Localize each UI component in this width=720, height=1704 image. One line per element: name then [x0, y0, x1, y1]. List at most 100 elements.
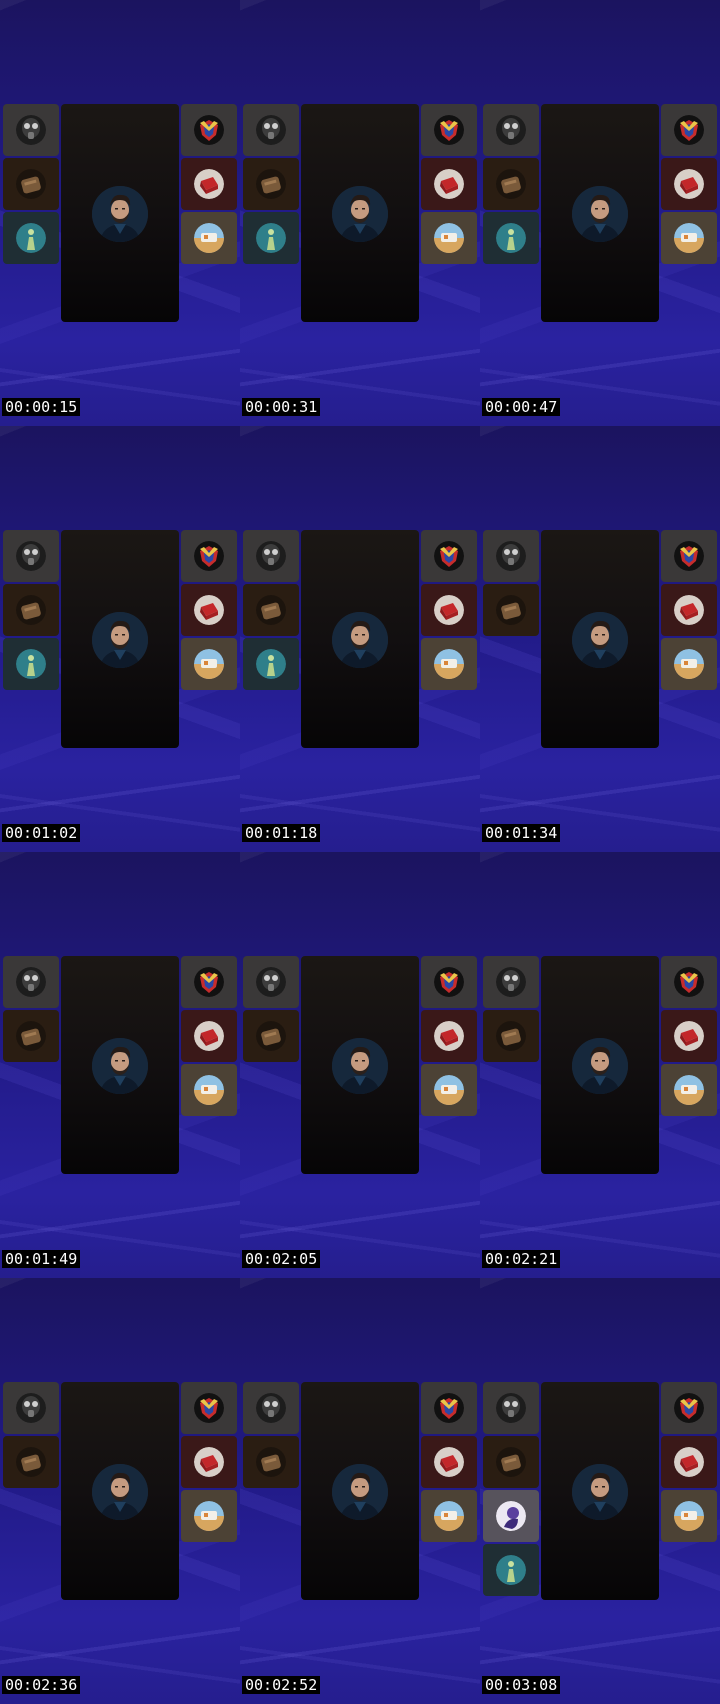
right-participant-tile[interactable]: [421, 1382, 477, 1434]
left-participant-tile[interactable]: [483, 1382, 539, 1434]
participant-avatar: [92, 186, 148, 242]
right-participant-tile[interactable]: [421, 1064, 477, 1116]
participant-avatar: [332, 186, 388, 242]
main-participant-tile[interactable]: [541, 530, 659, 748]
main-participant-tile[interactable]: [541, 956, 659, 1174]
right-participant-tile[interactable]: [421, 584, 477, 636]
right-participant-tile[interactable]: [661, 584, 717, 636]
right-participant-tile[interactable]: [421, 1436, 477, 1488]
right-participant-tile[interactable]: [661, 104, 717, 156]
main-participant-tile[interactable]: [61, 104, 179, 322]
right-participant-tile[interactable]: [421, 530, 477, 582]
right-participant-tile[interactable]: [181, 212, 237, 264]
left-participant-tile[interactable]: [3, 956, 59, 1008]
right-participant-tile[interactable]: [181, 1490, 237, 1542]
right-participant-tile[interactable]: [661, 638, 717, 690]
left-participant-tile[interactable]: [483, 584, 539, 636]
main-participant-tile[interactable]: [61, 1382, 179, 1600]
right-participant-tile[interactable]: [661, 1490, 717, 1542]
left-participant-tile[interactable]: [3, 1382, 59, 1434]
main-participant-tile[interactable]: [61, 530, 179, 748]
main-participant-tile[interactable]: [301, 530, 419, 748]
left-participant-tile[interactable]: [243, 1436, 299, 1488]
main-participant-tile[interactable]: [541, 1382, 659, 1600]
red-cube-avatar-icon: [674, 169, 704, 199]
right-participant-tile[interactable]: [661, 1382, 717, 1434]
video-frame-4: 00:01:02: [0, 426, 240, 852]
left-participant-tile[interactable]: [483, 1010, 539, 1062]
right-participant-tile[interactable]: [661, 956, 717, 1008]
left-participant-tile[interactable]: [3, 212, 59, 264]
leather-bag-avatar-icon: [496, 1447, 526, 1477]
left-participant-tile[interactable]: [3, 638, 59, 690]
left-participant-tile[interactable]: [483, 104, 539, 156]
main-participant-tile[interactable]: [301, 104, 419, 322]
frame-timestamp: 00:02:05: [242, 1250, 321, 1268]
frame-timestamp: 00:01:18: [242, 824, 321, 842]
right-participant-tile[interactable]: [661, 212, 717, 264]
right-participant-tile[interactable]: [421, 1490, 477, 1542]
left-participant-tile[interactable]: [3, 104, 59, 156]
right-participant-tile[interactable]: [421, 1010, 477, 1062]
right-participant-tile[interactable]: [661, 1064, 717, 1116]
right-participant-tile[interactable]: [661, 1010, 717, 1062]
main-participant-tile[interactable]: [61, 956, 179, 1174]
left-participant-tile[interactable]: [243, 530, 299, 582]
left-participant-tile[interactable]: [243, 212, 299, 264]
red-cube-avatar-icon: [194, 595, 224, 625]
leather-bag-avatar-icon: [256, 595, 286, 625]
leather-bag-avatar-icon: [496, 1021, 526, 1051]
main-participant-tile[interactable]: [541, 104, 659, 322]
right-participant-tile[interactable]: [181, 1010, 237, 1062]
participant-avatar: [332, 612, 388, 668]
shield-emblem-avatar-icon: [674, 115, 704, 145]
left-participant-tile[interactable]: [3, 158, 59, 210]
right-participant-tile[interactable]: [181, 104, 237, 156]
right-participant-tile[interactable]: [181, 1064, 237, 1116]
left-participant-tile[interactable]: [3, 1010, 59, 1062]
right-participant-tile[interactable]: [661, 530, 717, 582]
right-participant-tile[interactable]: [181, 584, 237, 636]
left-participant-tile[interactable]: [483, 158, 539, 210]
right-participant-tile[interactable]: [181, 1436, 237, 1488]
teal-figure-avatar-icon: [16, 223, 46, 253]
left-participant-tile[interactable]: [3, 1436, 59, 1488]
right-participant-tile[interactable]: [661, 158, 717, 210]
right-participant-tile[interactable]: [421, 956, 477, 1008]
left-participant-tile[interactable]: [3, 584, 59, 636]
right-participant-tile[interactable]: [421, 158, 477, 210]
red-cube-avatar-icon: [194, 1447, 224, 1477]
left-participant-tile[interactable]: [243, 584, 299, 636]
desert-scene-avatar-icon: [434, 1075, 464, 1105]
leather-bag-avatar-icon: [16, 1447, 46, 1477]
left-participant-tile[interactable]: [483, 212, 539, 264]
left-participant-tile[interactable]: [243, 1010, 299, 1062]
left-participant-tile[interactable]: [243, 638, 299, 690]
left-participant-tile[interactable]: [243, 956, 299, 1008]
right-participant-tile[interactable]: [421, 638, 477, 690]
right-participant-tile[interactable]: [421, 104, 477, 156]
right-participant-tile[interactable]: [181, 530, 237, 582]
left-participant-tile[interactable]: [483, 1436, 539, 1488]
desert-scene-avatar-icon: [674, 649, 704, 679]
right-participant-tile[interactable]: [421, 212, 477, 264]
desert-scene-avatar-icon: [674, 1501, 704, 1531]
left-participant-tile[interactable]: [243, 104, 299, 156]
video-frame-9: 00:02:21: [480, 852, 720, 1278]
left-participant-tile[interactable]: [483, 1544, 539, 1596]
left-participant-tile[interactable]: [3, 530, 59, 582]
left-participant-tile[interactable]: [483, 530, 539, 582]
gas-mask-avatar-icon: [496, 967, 526, 997]
right-participant-tile[interactable]: [661, 1436, 717, 1488]
main-participant-tile[interactable]: [301, 1382, 419, 1600]
right-participant-tile[interactable]: [181, 1382, 237, 1434]
left-participant-tile[interactable]: [243, 1382, 299, 1434]
main-participant-tile[interactable]: [301, 956, 419, 1174]
right-participant-tile[interactable]: [181, 638, 237, 690]
left-participant-tile[interactable]: [243, 158, 299, 210]
red-cube-avatar-icon: [434, 169, 464, 199]
right-participant-tile[interactable]: [181, 158, 237, 210]
left-participant-tile[interactable]: [483, 956, 539, 1008]
left-participant-tile[interactable]: [483, 1490, 539, 1542]
right-participant-tile[interactable]: [181, 956, 237, 1008]
